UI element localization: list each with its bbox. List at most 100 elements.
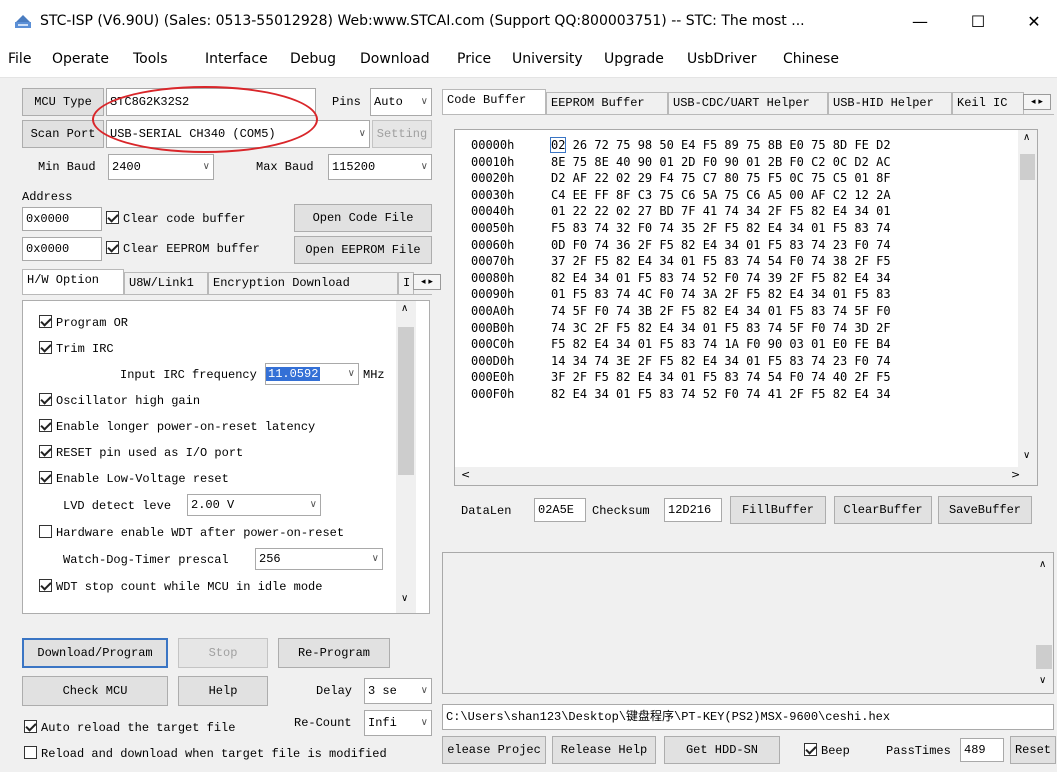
menu-upgrade[interactable]: Upgrade bbox=[604, 51, 664, 67]
close-button[interactable]: ✕ bbox=[1014, 6, 1054, 38]
check-mcu-button[interactable]: Check MCU bbox=[22, 676, 168, 706]
irc-frequency-select[interactable]: 11.0592 ∨ bbox=[265, 363, 359, 385]
output-scroll-thumb[interactable] bbox=[1036, 645, 1052, 669]
menu-debug[interactable]: Debug bbox=[290, 51, 336, 67]
release-help-button[interactable]: Release Help bbox=[552, 736, 656, 764]
low-voltage-reset-checkbox[interactable]: Enable Low-Voltage reset bbox=[39, 471, 229, 486]
hw-wdt-checkbox[interactable]: Hardware enable WDT after power-on-reset bbox=[39, 525, 344, 540]
help-button[interactable]: Help bbox=[178, 676, 268, 706]
tab-hw-option[interactable]: H/W Option bbox=[22, 269, 124, 294]
beep-checkbox[interactable]: Beep bbox=[804, 743, 850, 758]
pins-select[interactable]: Auto ∨ bbox=[370, 88, 432, 116]
min-baud-select[interactable]: 2400 ∨ bbox=[108, 154, 214, 180]
hex-bytes[interactable]: D2 AF 22 02 29 F4 75 C7 80 75 F5 0C 75 C… bbox=[551, 171, 891, 185]
scroll-up-icon[interactable]: ∧ bbox=[1039, 559, 1046, 570]
hw-options-panel[interactable]: Program OR Trim IRC Input IRC frequency … bbox=[22, 300, 430, 614]
output-scrollbar[interactable]: ∧ ∨ bbox=[1035, 553, 1053, 693]
hex-bytes[interactable]: 82 E4 34 01 F5 83 74 52 F0 74 39 2F F5 8… bbox=[551, 271, 891, 285]
tab-keil-ic[interactable]: Keil IC bbox=[952, 92, 1024, 114]
tab-encryption-download[interactable]: Encryption Download bbox=[208, 272, 398, 294]
lvd-select[interactable]: 2.00 V ∨ bbox=[187, 494, 321, 516]
tab-scroll-arrows-icon[interactable]: ◂ ▸ bbox=[1023, 94, 1051, 110]
hex-scroll-thumb[interactable] bbox=[1020, 154, 1035, 180]
scroll-up-icon[interactable]: ∧ bbox=[1023, 132, 1030, 143]
trim-irc-checkbox[interactable]: Trim IRC bbox=[39, 341, 114, 356]
scroll-right-icon[interactable]: > bbox=[1011, 468, 1020, 481]
tab-usb-cdc-uart-helper[interactable]: USB-CDC/UART Helper bbox=[668, 92, 828, 114]
hex-bytes[interactable]: 74 3C 2F F5 82 E4 34 01 F5 83 74 5F F0 7… bbox=[551, 321, 891, 335]
wdt-idle-checkbox[interactable]: WDT stop count while MCU in idle mode bbox=[39, 579, 322, 594]
menu-tools[interactable]: Tools bbox=[133, 51, 168, 67]
menu-price[interactable]: Price bbox=[457, 51, 491, 67]
hex-bytes[interactable]: C4 EE FF 8F C3 75 C6 5A 75 C6 A5 00 AF C… bbox=[551, 188, 891, 202]
open-code-file-button[interactable]: Open Code File bbox=[294, 204, 432, 232]
options-scroll-thumb[interactable] bbox=[398, 327, 414, 475]
hex-bytes[interactable]: 0D F0 74 36 2F F5 82 E4 34 01 F5 83 74 2… bbox=[551, 238, 891, 252]
hex-bytes[interactable]: 01 F5 83 74 4C F0 74 3A 2F F5 82 E4 34 0… bbox=[551, 287, 891, 301]
clear-code-buffer-checkbox[interactable]: Clear code buffer bbox=[106, 211, 245, 226]
tab-eeprom-buffer[interactable]: EEPROM Buffer bbox=[546, 92, 668, 114]
max-baud-select[interactable]: 115200 ∨ bbox=[328, 154, 432, 180]
save-buffer-button[interactable]: SaveBuffer bbox=[938, 496, 1032, 524]
delay-select[interactable]: 3 se ∨ bbox=[364, 678, 432, 704]
reload-modified-checkbox[interactable]: Reload and download when target file is … bbox=[24, 746, 387, 761]
scroll-up-icon[interactable]: ∧ bbox=[401, 303, 408, 314]
scroll-down-icon[interactable]: ∨ bbox=[401, 593, 408, 604]
scan-port-button[interactable]: Scan Port bbox=[22, 120, 104, 148]
hex-bytes[interactable]: 01 22 22 02 27 BD 7F 41 74 34 2F F5 82 E… bbox=[551, 204, 891, 218]
clear-eeprom-buffer-checkbox[interactable]: Clear EEPROM buffer bbox=[106, 241, 260, 256]
eeprom-address-input[interactable]: 0x0000 bbox=[22, 237, 102, 261]
longer-por-checkbox[interactable]: Enable longer power-on-reset latency bbox=[39, 419, 315, 434]
auto-reload-checkbox[interactable]: Auto reload the target file bbox=[24, 720, 235, 735]
hex-bytes[interactable]: 8E 75 8E 40 90 01 2D F0 90 01 2B F0 C2 0… bbox=[551, 155, 891, 169]
scroll-left-icon[interactable]: < bbox=[461, 468, 470, 481]
hex-bytes[interactable]: 74 5F F0 74 3B 2F F5 82 E4 34 01 F5 83 7… bbox=[551, 304, 891, 318]
wdt-prescale-select[interactable]: 256 ∨ bbox=[255, 548, 383, 570]
hex-bytes[interactable]: 3F 2F F5 82 E4 34 01 F5 83 74 54 F0 74 4… bbox=[551, 370, 891, 384]
menu-usbdriver[interactable]: UsbDriver bbox=[687, 51, 757, 67]
hex-bytes[interactable]: 02 26 72 75 98 50 E4 F5 89 75 8B E0 75 8… bbox=[549, 137, 891, 153]
reset-io-checkbox[interactable]: RESET pin used as I/O port bbox=[39, 445, 243, 460]
maximize-button[interactable]: ☐ bbox=[958, 6, 998, 38]
menu-chinese[interactable]: Chinese bbox=[783, 51, 839, 67]
scroll-down-icon[interactable]: ∨ bbox=[1023, 450, 1030, 461]
options-scrollbar[interactable]: ∧ ∨ bbox=[396, 301, 416, 613]
hex-vscrollbar[interactable]: ∧ ∨ bbox=[1018, 130, 1037, 467]
title-bar[interactable]: STC-ISP (V6.90U) (Sales: 0513-55012928) … bbox=[0, 0, 1057, 44]
hex-bytes[interactable]: F5 83 74 32 F0 74 35 2F F5 82 E4 34 01 F… bbox=[551, 221, 891, 235]
program-or-checkbox[interactable]: Program OR bbox=[39, 315, 128, 330]
fill-buffer-button[interactable]: FillBuffer bbox=[730, 496, 826, 524]
menu-operate[interactable]: Operate bbox=[52, 51, 109, 67]
open-eeprom-file-button[interactable]: Open EEPROM File bbox=[294, 236, 432, 264]
oscillator-gain-checkbox[interactable]: Oscillator high gain bbox=[39, 393, 200, 408]
reset-button[interactable]: Reset bbox=[1010, 736, 1056, 764]
menu-download[interactable]: Download bbox=[360, 51, 430, 67]
setting-button[interactable]: Setting bbox=[372, 120, 432, 148]
mcu-type-button[interactable]: MCU Type bbox=[22, 88, 104, 116]
recount-select[interactable]: Infi ∨ bbox=[364, 710, 432, 736]
download-program-button[interactable]: Download/Program bbox=[22, 638, 168, 668]
stop-button[interactable]: Stop bbox=[178, 638, 268, 668]
hex-bytes[interactable]: 37 2F F5 82 E4 34 01 F5 83 74 54 F0 74 3… bbox=[551, 254, 891, 268]
re-program-button[interactable]: Re-Program bbox=[278, 638, 390, 668]
tab-u8w-link1[interactable]: U8W/Link1 bbox=[124, 272, 208, 294]
tab-code-buffer[interactable]: Code Buffer bbox=[442, 89, 546, 114]
hex-bytes[interactable]: 14 34 74 3E 2F F5 82 E4 34 01 F5 83 74 2… bbox=[551, 354, 891, 368]
scroll-down-icon[interactable]: ∨ bbox=[1039, 675, 1046, 686]
release-project-button[interactable]: elease Projec bbox=[442, 736, 546, 764]
cursor-byte[interactable]: 02 bbox=[549, 137, 567, 153]
hex-bytes[interactable]: F5 82 E4 34 01 F5 83 74 1A F0 90 03 01 E… bbox=[551, 337, 891, 351]
hex-buffer-view[interactable]: 00000h 02 26 72 75 98 50 E4 F5 89 75 8B E… bbox=[454, 129, 1038, 486]
tab-scroll-arrows-icon[interactable]: ◂ ▸ bbox=[413, 274, 441, 290]
file-path-field[interactable]: C:\Users\shan123\Desktop\键盘程序\PT-KEY(PS2… bbox=[442, 704, 1054, 730]
minimize-button[interactable]: — bbox=[900, 6, 940, 38]
tab-usb-hid-helper[interactable]: USB-HID Helper bbox=[828, 92, 952, 114]
menu-university[interactable]: University bbox=[512, 51, 583, 67]
hex-hscrollbar[interactable]: < > bbox=[455, 467, 1037, 485]
menu-interface[interactable]: Interface bbox=[205, 51, 268, 67]
clear-buffer-button[interactable]: ClearBuffer bbox=[834, 496, 932, 524]
code-address-input[interactable]: 0x0000 bbox=[22, 207, 102, 231]
get-hdd-sn-button[interactable]: Get HDD-SN bbox=[664, 736, 780, 764]
tab-more[interactable]: I bbox=[398, 272, 414, 294]
menu-file[interactable]: File bbox=[8, 51, 31, 67]
